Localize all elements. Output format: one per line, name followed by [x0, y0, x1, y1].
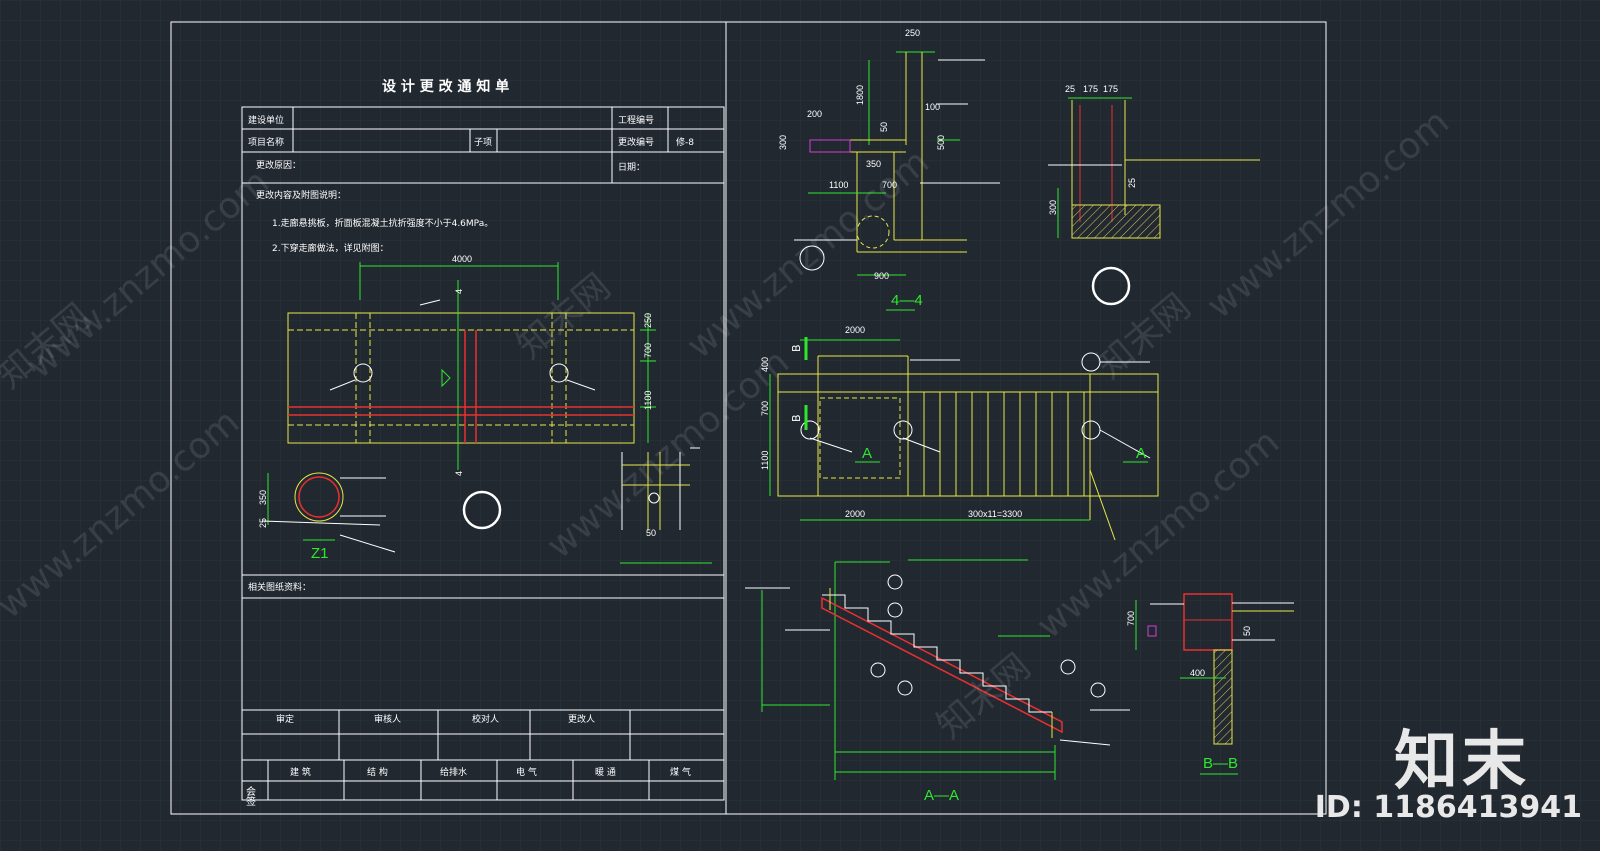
dim-250: 250	[643, 313, 653, 328]
plan-dim-2000-top: 2000	[845, 325, 865, 335]
plan-mark-b-left: B	[790, 414, 803, 422]
s44-dim-200: 200	[807, 109, 822, 119]
dim-50-left: 50	[646, 528, 656, 538]
approval-2: 校对人	[472, 713, 499, 725]
s44-dim-900: 900	[874, 271, 889, 281]
dim-1100: 1100	[643, 391, 653, 410]
plan-dim-3300: 300x11=3300	[968, 509, 1022, 519]
column-label: Z1	[311, 545, 329, 562]
countersign-label: 会签	[244, 785, 256, 806]
section-b-b-label: B—B	[1203, 755, 1238, 772]
date-label: 日期：	[618, 162, 645, 173]
related-label: 相关图纸资料：	[248, 581, 311, 593]
asset-id: ID: 1186413941	[1314, 790, 1582, 825]
discipline-0: 建 筑	[290, 766, 311, 778]
s44-dim-1100: 1100	[829, 180, 848, 190]
section-4-4-label: 4—4	[891, 292, 923, 309]
dim-350: 350	[258, 490, 268, 505]
approval-3: 更改人	[568, 713, 595, 725]
plan-dim-700: 700	[760, 401, 770, 416]
bb-dim-700: 700	[1126, 611, 1136, 626]
s44-dim-100: 100	[925, 102, 940, 112]
dim-4000: 4000	[452, 254, 472, 264]
form-title: 设 计 更 改 通 知 单	[382, 78, 509, 95]
discipline-5: 煤 气	[670, 766, 691, 778]
plan-dim-1100: 1100	[760, 451, 770, 470]
project-no-label: 工程编号	[618, 114, 654, 126]
section-mark-bottom: 4	[454, 471, 464, 476]
plan-mark-b-top: B	[790, 344, 803, 352]
note-1: 1.走廊悬挑板，折面板混凝土抗折强度不小于4.6MPa。	[272, 217, 493, 229]
s44-dim-300: 300	[778, 135, 788, 150]
change-no-label: 更改编号	[618, 136, 654, 148]
wall-dim-175b: 175	[1103, 84, 1118, 94]
wall-dim-300: 300	[1048, 200, 1058, 215]
client-label: 建设单位	[248, 114, 284, 126]
s44-dim-50: 50	[879, 122, 889, 132]
cad-drawing-canvas: 设 计 更 改 通 知 单 建设单位 工程编号 项目名称 子项 更改编号 修-8…	[0, 0, 1600, 851]
s44-dim-500: 500	[936, 135, 946, 150]
s44-dim-1800: 1800	[855, 85, 865, 105]
plan-mark-a-left: A	[862, 445, 872, 462]
brand-logo: 知末	[1394, 725, 1530, 799]
wall-dim-25b: 25	[1127, 178, 1137, 188]
bb-dim-50: 50	[1242, 626, 1252, 636]
project-name-label: 项目名称	[248, 136, 284, 148]
discipline-1: 结 构	[367, 766, 388, 778]
wall-dim-25a: 25	[1065, 84, 1075, 94]
discipline-4: 暖 通	[595, 766, 616, 778]
discipline-3: 电 气	[516, 766, 537, 778]
bb-dim-400: 400	[1190, 668, 1205, 678]
approval-1: 审核人	[374, 713, 401, 725]
section-a-a-label: A—A	[924, 787, 959, 804]
dim-700: 700	[643, 343, 653, 358]
approval-0: 审定	[276, 713, 294, 725]
s44-dim-250: 250	[905, 28, 920, 38]
section-mark-top: 4	[454, 289, 464, 294]
discipline-2: 给排水	[440, 766, 467, 778]
plan-mark-a-right: A	[1136, 445, 1146, 462]
wall-dim-175a: 175	[1083, 84, 1098, 94]
change-no-value: 修-8	[676, 136, 694, 148]
plan-dim-2000-bottom: 2000	[845, 509, 865, 519]
dim-25: 25	[258, 518, 268, 528]
note-2: 2.下穿走廊做法，详见附图：	[272, 242, 389, 254]
reason-label: 更改原因：	[256, 159, 301, 171]
subitem-label: 子项	[474, 137, 492, 148]
